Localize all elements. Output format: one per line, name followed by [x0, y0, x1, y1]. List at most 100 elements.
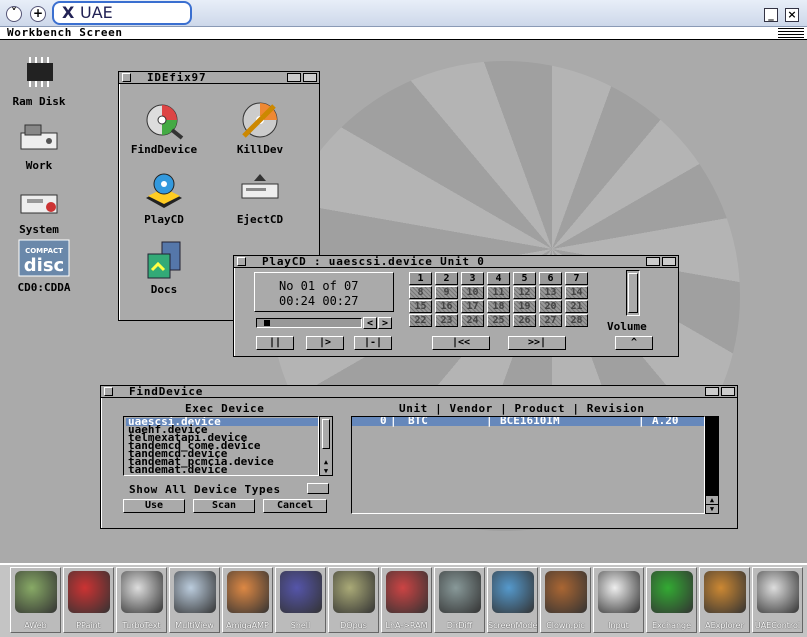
eject-button[interactable]: ^: [615, 336, 653, 350]
track-button[interactable]: 23: [435, 314, 458, 327]
desktop-icon-system[interactable]: System: [4, 185, 74, 236]
dock-item-aweb[interactable]: AWeb: [10, 567, 61, 633]
track-button[interactable]: 19: [513, 300, 536, 313]
zoom-gadget[interactable]: [705, 387, 719, 396]
playcd-titlebar[interactable]: PlayCD : uaescsi.device Unit 0: [234, 256, 678, 268]
dock-item-turbotext[interactable]: TurboText: [116, 567, 167, 633]
close-button[interactable]: ×: [785, 8, 799, 22]
zoom-gadget[interactable]: [287, 73, 301, 82]
dock-item-screenmode[interactable]: ScreenMode: [487, 567, 538, 633]
track-button[interactable]: 5: [513, 272, 536, 285]
dock-item-exchange[interactable]: Exchange: [646, 567, 697, 633]
use-button[interactable]: Use: [123, 499, 185, 513]
track-button[interactable]: 14: [565, 286, 588, 299]
volume-knob[interactable]: [628, 273, 638, 313]
depth-gadget[interactable]: [303, 73, 317, 82]
scroll-up-icon[interactable]: ▲: [320, 458, 332, 466]
dock-item-dirdiff[interactable]: DirDiff: [434, 567, 485, 633]
dock-item-dopus[interactable]: DOpus: [328, 567, 379, 633]
scroll-down-icon[interactable]: ▼: [320, 467, 332, 475]
previous-track-button[interactable]: |<<: [432, 336, 490, 350]
minimize-button[interactable]: _: [764, 8, 778, 22]
dock-item-ppaint[interactable]: PPaint: [63, 567, 114, 633]
track-button[interactable]: 15: [409, 300, 432, 313]
list-item[interactable]: tandemat.device: [126, 464, 318, 475]
scan-button[interactable]: Scan: [193, 499, 255, 513]
track-button[interactable]: 3: [461, 272, 484, 285]
item-ejectcd[interactable]: EjectCD: [215, 170, 305, 226]
track-button[interactable]: 21: [565, 300, 588, 313]
window-tab[interactable]: X UAE: [52, 1, 192, 25]
track-button[interactable]: 2: [435, 272, 458, 285]
pause-button[interactable]: ||: [256, 336, 294, 350]
menu-icon[interactable]: ˅: [6, 6, 22, 22]
device-table[interactable]: 0 | BTC | BCE1610IM | A.20: [351, 416, 705, 514]
progress-knob[interactable]: [263, 320, 270, 326]
track-button[interactable]: 4: [487, 272, 510, 285]
device-list-scrollbar[interactable]: ▲ ▼: [319, 416, 333, 476]
cancel-button[interactable]: Cancel: [263, 499, 327, 513]
item-finddevice[interactable]: FindDevice: [119, 100, 209, 156]
scroll-up-icon[interactable]: ▲: [706, 496, 718, 504]
dock-label: AmigaAMP: [226, 621, 269, 630]
volume-slider[interactable]: [626, 270, 640, 316]
device-list[interactable]: uaescsi.device uaehf.device telmexatapi.de…: [123, 416, 319, 476]
screen-depth-gadget[interactable]: [778, 28, 804, 38]
track-button[interactable]: 1: [409, 272, 432, 285]
dock-item-lha-ram[interactable]: LhA->RAM: [381, 567, 432, 633]
item-docs[interactable]: Docs: [119, 240, 209, 296]
close-gadget[interactable]: [237, 257, 246, 266]
progress-slider[interactable]: [256, 318, 362, 328]
close-gadget[interactable]: [104, 387, 113, 396]
item-killdev[interactable]: KillDev: [215, 100, 305, 156]
desktop-icon-ram-disk[interactable]: Ram Disk: [4, 55, 74, 108]
next-track-button[interactable]: >>|: [508, 336, 566, 350]
dock-item-aexplorer[interactable]: AExplorer: [699, 567, 750, 633]
seek-forward-button[interactable]: >: [378, 317, 392, 329]
track-button[interactable]: 22: [409, 314, 432, 327]
item-playcd[interactable]: PlayCD: [119, 170, 209, 226]
close-gadget[interactable]: [122, 73, 131, 82]
track-button[interactable]: 6: [539, 272, 562, 285]
dock-item-input[interactable]: Input: [593, 567, 644, 633]
track-button[interactable]: 10: [461, 286, 484, 299]
table-row[interactable]: 0 | BTC | BCE1610IM | A.20: [352, 417, 704, 426]
track-button[interactable]: 28: [565, 314, 588, 327]
dock-item-shell[interactable]: Shell: [275, 567, 326, 633]
dock-label: PPaint: [76, 621, 101, 630]
track-button[interactable]: 11: [487, 286, 510, 299]
depth-gadget[interactable]: [721, 387, 735, 396]
scroll-thumb[interactable]: [322, 419, 330, 449]
track-button[interactable]: 26: [513, 314, 536, 327]
track-button[interactable]: 7: [565, 272, 588, 285]
track-button[interactable]: 8: [409, 286, 432, 299]
track-button[interactable]: 17: [461, 300, 484, 313]
dock-item-multiview[interactable]: MultiView: [169, 567, 220, 633]
idefix-titlebar[interactable]: IDEfix97: [119, 72, 319, 84]
depth-gadget[interactable]: [662, 257, 676, 266]
track-button[interactable]: 9: [435, 286, 458, 299]
track-button[interactable]: 16: [435, 300, 458, 313]
desktop-icon-work[interactable]: Work: [4, 121, 74, 172]
show-all-checkbox[interactable]: [307, 483, 329, 494]
scroll-down-icon[interactable]: ▼: [706, 505, 718, 513]
play-button[interactable]: |>: [306, 336, 344, 350]
add-icon[interactable]: +: [30, 6, 46, 22]
cd-drive-icon: [241, 174, 279, 199]
desktop-icon-cd0[interactable]: COMPACT disc CD0:CDDA: [4, 239, 84, 294]
track-button[interactable]: 25: [487, 314, 510, 327]
device-table-scrollbar[interactable]: ▲ ▼: [705, 416, 719, 514]
track-button[interactable]: 13: [539, 286, 562, 299]
finddevice-titlebar[interactable]: FindDevice: [101, 386, 737, 398]
dock-item-clown-pic[interactable]: Clown.pic: [540, 567, 591, 633]
stop-button[interactable]: |-|: [354, 336, 392, 350]
dock-item-amigaamp[interactable]: AmigaAMP: [222, 567, 273, 633]
seek-back-button[interactable]: <: [363, 317, 377, 329]
track-button[interactable]: 24: [461, 314, 484, 327]
track-button[interactable]: 27: [539, 314, 562, 327]
dock-item-uaecontrol[interactable]: UAEControl: [752, 567, 803, 633]
track-button[interactable]: 12: [513, 286, 536, 299]
track-button[interactable]: 20: [539, 300, 562, 313]
zoom-gadget[interactable]: [646, 257, 660, 266]
track-button[interactable]: 18: [487, 300, 510, 313]
